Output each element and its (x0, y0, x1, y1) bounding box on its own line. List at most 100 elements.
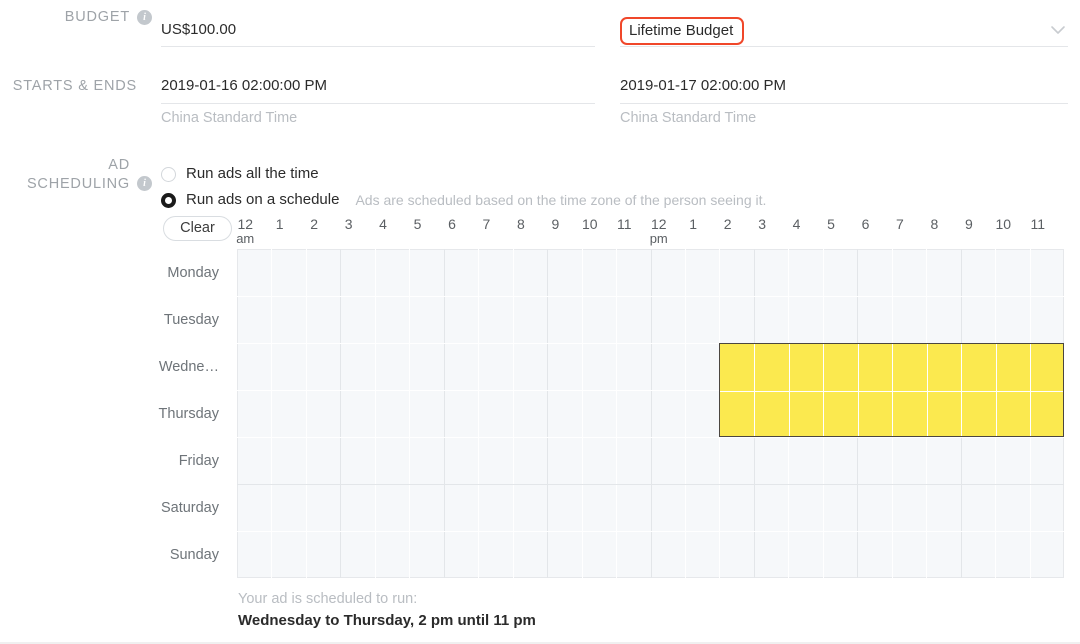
ad-scheduling-label-line2: SCHEDULING (26, 176, 130, 192)
radio-on-icon[interactable] (161, 192, 176, 208)
schedule-summary-caption: Your ad is scheduled to run: (238, 591, 418, 607)
hour-label-4: 4 (366, 216, 400, 232)
grid-hline-1 (237, 296, 1064, 297)
grid-hline-5 (237, 484, 1064, 485)
grid-vline-13 (685, 249, 686, 578)
grid-vline-3 (340, 249, 341, 578)
start-timezone: China Standard Time (161, 110, 298, 126)
hour-label-19: 7 (883, 216, 917, 232)
day-label-4: Friday (178, 452, 219, 469)
hour-label-meridiem: am (236, 231, 255, 246)
selection-vline-17 (823, 344, 825, 436)
hour-label-main: 11 (616, 216, 632, 232)
hour-label-main: 12 (650, 216, 667, 232)
end-date-underline (620, 103, 1068, 104)
ad-scheduling-hint: Ads are scheduled based on the time zone… (355, 192, 767, 208)
hour-label-11: 11 (607, 216, 641, 232)
start-date-field[interactable]: 2019-01-16 02:00:00 PM China Standard Ti… (161, 76, 595, 126)
hour-label-main: 1 (689, 216, 698, 232)
hour-label-main: 1 (275, 216, 284, 232)
selection-vline-18 (858, 344, 860, 436)
budget-row: BUDGET i US$100.00 Lifetime Budget (0, 8, 1080, 54)
budget-type-dropdown[interactable]: Lifetime Budget (620, 8, 1070, 46)
hour-label-main: 4 (792, 216, 801, 232)
budget-type-value[interactable]: Lifetime Budget (620, 17, 745, 45)
chevron-down-icon[interactable] (1050, 22, 1066, 34)
selection-hline-3 (720, 391, 1063, 392)
schedule-summary-detail: Wednesday to Thursday, 2 pm until 11 pm (238, 612, 536, 629)
clear-button[interactable]: Clear (163, 216, 232, 241)
hour-label-main: 7 (482, 216, 491, 232)
ad-scheduling-label-group: AD SCHEDULING i (0, 156, 152, 194)
hour-label-21: 9 (952, 216, 986, 232)
radio-off-icon[interactable] (161, 166, 176, 182)
hour-label-main: 9 (551, 216, 560, 232)
hour-label-main: 4 (379, 216, 387, 232)
grid-hline-4 (237, 437, 1064, 438)
budget-amount-value[interactable]: US$100.00 (161, 20, 236, 40)
selection-vline-16 (789, 344, 791, 436)
selection-vline-20 (927, 344, 929, 436)
ad-scheduling-label: AD SCHEDULING (27, 156, 130, 194)
info-icon[interactable]: i (137, 176, 152, 191)
hour-label-main: 2 (310, 216, 319, 232)
day-label-1: Tuesday (163, 311, 219, 328)
day-label-2: Wedne… (158, 358, 219, 375)
selection-vline-15 (754, 344, 756, 436)
hour-label-22: 10 (986, 216, 1020, 232)
starts-ends-row: STARTS & ENDS 2019-01-16 02:00:00 PM Chi… (0, 76, 1080, 136)
grid-vline-4 (375, 249, 376, 578)
end-timezone: China Standard Time (620, 110, 757, 126)
hour-label-main: 3 (344, 216, 353, 232)
schedule-summary: Your ad is scheduled to run: Wednesday t… (238, 588, 536, 632)
grid-vline-2 (306, 249, 307, 578)
hour-label-6: 6 (435, 216, 469, 232)
hour-header-row: 12 am 1 2 3 4 5 6 7 8 9 10 11 12 pm 1 2 3 4 5 6 7 8 9 10 11 (236, 216, 1064, 246)
day-label-5: Saturday (160, 499, 219, 516)
grid-vline-6 (444, 249, 445, 578)
radio-run-all-the-time[interactable]: Run ads all the time (161, 164, 319, 184)
radio-run-all-the-time-label: Run ads all the time (186, 165, 319, 182)
radio-run-on-schedule[interactable]: Run ads on a schedule Ads are scheduled … (161, 190, 766, 210)
end-date-value[interactable]: 2019-01-17 02:00:00 PM (620, 76, 1068, 96)
grid-vline-7 (478, 249, 479, 578)
hour-label-18: 6 (848, 216, 882, 232)
hour-label-main: 8 (516, 216, 525, 232)
hour-label-20: 8 (917, 216, 951, 232)
day-label-3: Thursday (158, 405, 219, 422)
schedule-selection-block[interactable] (719, 343, 1064, 437)
grid-vline-5 (409, 249, 410, 578)
end-date-field[interactable]: 2019-01-17 02:00:00 PM China Standard Ti… (620, 76, 1068, 126)
selection-vline-23 (1030, 344, 1032, 436)
start-date-value[interactable]: 2019-01-16 02:00:00 PM (161, 76, 595, 96)
hour-label-15: 3 (745, 216, 779, 232)
hour-label-13: 1 (676, 216, 710, 232)
hour-label-main: 5 (827, 216, 835, 232)
grid-vline-1 (271, 249, 272, 578)
hour-label-12: 12 pm (642, 216, 676, 245)
starts-ends-label: STARTS & ENDS (12, 78, 137, 94)
ad-scheduling-label-line1: AD (108, 157, 130, 173)
hour-label-14: 2 (710, 216, 744, 232)
day-label-0: Monday (167, 264, 219, 281)
budget-label-group: BUDGET i (0, 8, 152, 27)
hour-label-0: 12 am (228, 216, 262, 245)
ad-schedule-grid[interactable] (237, 249, 1064, 578)
hour-label-main: 7 (896, 216, 904, 232)
hour-label-main: 6 (448, 216, 456, 232)
grid-vline-10 (582, 249, 583, 578)
hour-label-main: 2 (723, 216, 732, 232)
hour-label-main: 10 (582, 216, 598, 232)
grid-vline-12 (651, 249, 652, 578)
selection-vline-21 (961, 344, 963, 436)
hour-label-2: 2 (297, 216, 331, 232)
grid-vline-8 (513, 249, 514, 578)
radio-run-on-schedule-label: Run ads on a schedule (186, 191, 340, 208)
hour-label-9: 9 (538, 216, 572, 232)
hour-label-main: 11 (1030, 216, 1046, 232)
start-date-underline (161, 103, 595, 104)
info-icon[interactable]: i (137, 10, 152, 25)
hour-label-main: 9 (964, 216, 973, 232)
hour-label-main: 10 (995, 216, 1012, 232)
hour-label-17: 5 (814, 216, 848, 232)
